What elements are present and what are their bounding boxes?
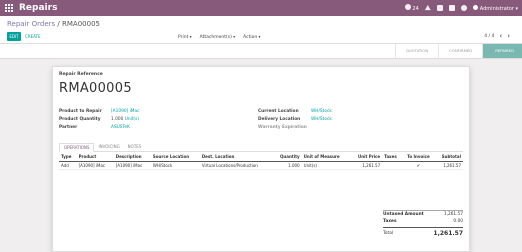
chevron-right-icon[interactable]: › (507, 32, 510, 41)
edit-button[interactable]: EDIT (7, 32, 21, 41)
breadcrumb-current: RMA00005 (62, 20, 100, 28)
chat-icon[interactable] (436, 5, 443, 11)
activity-indicator[interactable]: 24 (404, 4, 419, 12)
app-name[interactable]: Repairs (19, 1, 57, 15)
taxes-label: Taxes (383, 219, 397, 224)
col-uom: Unit of Measure (301, 153, 351, 162)
cell-dest-location: Virtual Locations/Production (199, 161, 273, 170)
table-row[interactable]: Add [A1090] iMac [A1090] iMac WH/Stock V… (59, 161, 463, 170)
total-label: Total (383, 231, 394, 236)
phone-icon[interactable] (448, 5, 455, 11)
cell-description: [A1090] iMac (113, 161, 151, 170)
cell-type: Add (59, 161, 77, 170)
untaxed-value: 1,261.57 (443, 212, 463, 217)
cell-subtotal: 1,261.57 (434, 161, 463, 170)
attachments-menu[interactable]: Attachment(s) (200, 32, 236, 41)
user-name: Administrator (479, 5, 514, 12)
delivery-location-label: Delivery Location (258, 117, 301, 122)
total-value: 1,261.57 (433, 230, 463, 237)
col-dest-location: Dest. Location (199, 153, 273, 162)
col-quantity: Quantity (272, 153, 302, 162)
reference-label: Repair Reference (59, 72, 103, 77)
top-navbar: Repairs 24 Administrator ▾ (0, 0, 522, 16)
control-panel: Repair Orders / RMA00005 EDIT CREATE Pri… (0, 16, 522, 44)
breadcrumb-separator: / (57, 20, 60, 28)
stage-list: QUOTATION CONFIRMED REPAIRED (394, 44, 522, 58)
taxes-row: Taxes 0.00 (383, 218, 463, 226)
tab-invoicing[interactable]: INVOICING (94, 143, 123, 151)
activity-count: 24 (412, 6, 419, 12)
cell-uom: Unit(s) (301, 161, 351, 170)
status-bar: QUOTATION CONFIRMED REPAIRED (0, 44, 522, 59)
stage-quotation[interactable]: QUOTATION (394, 44, 438, 58)
partner-link[interactable]: ASUSTeK (111, 125, 130, 130)
col-type: Type (59, 153, 77, 162)
create-button[interactable]: CREATE (25, 32, 41, 41)
col-subtotal: Subtotal (434, 153, 463, 162)
col-to-invoice: To Invoice (402, 153, 435, 162)
chevron-left-icon[interactable]: ‹ (499, 32, 502, 41)
totals-block: Untaxed Amount 1,261.57 Taxes 0.00 Total… (383, 210, 463, 238)
operations-table: Type Product Description Source Location… (59, 153, 463, 170)
user-menu[interactable]: Administrator ▾ (472, 4, 518, 12)
stage-repaired[interactable]: REPAIRED (482, 44, 522, 58)
clock-icon (404, 4, 411, 10)
pager: 4 / 4 ‹ › (484, 32, 510, 41)
product-label: Product to Repair (59, 109, 102, 114)
form-sheet: Repair Reference RMA00005 Product to Rep… (52, 66, 470, 252)
quantity-uom-link[interactable]: Unit(s) (125, 117, 139, 122)
warranty-label: Warranty Expiration (258, 125, 307, 130)
quantity-value: 1.000 Unit(s) (111, 117, 139, 122)
current-location-link[interactable]: WH/Stock (311, 109, 332, 114)
action-menus: Print Attachment(s) Action (178, 32, 261, 41)
cell-unit-price: 1,261.57 (350, 161, 383, 170)
untaxed-label: Untaxed Amount (383, 212, 424, 217)
total-row: Total 1,261.57 (383, 227, 463, 238)
debug-icon[interactable] (460, 5, 467, 11)
table-header-row: Type Product Description Source Location… (59, 153, 463, 162)
cell-source-location: WH/Stock (150, 161, 200, 170)
taxes-value: 0.00 (453, 219, 463, 224)
col-description: Description (113, 153, 151, 162)
col-source-location: Source Location (150, 153, 200, 162)
col-unit-price: Unit Price (350, 153, 383, 162)
delivery-location-link[interactable]: WH/Stock (311, 117, 332, 122)
breadcrumb: Repair Orders / RMA00005 (7, 19, 100, 29)
col-product: Product (76, 153, 114, 162)
cell-product: [A1090] iMac (76, 161, 114, 170)
checkmark-icon: ✔ (402, 161, 435, 170)
col-taxes: Taxes (382, 153, 403, 162)
stage-confirmed[interactable]: CONFIRMED (438, 44, 482, 58)
cell-quantity: 1.000 (272, 161, 302, 170)
reference-value: RMA00005 (59, 81, 132, 96)
partner-label: Partner (59, 125, 78, 130)
systray: 24 Administrator ▾ (404, 0, 518, 16)
notebook-tabs: OPERATIONS INVOICING NOTES (59, 143, 463, 152)
current-location-label: Current Location (258, 109, 299, 114)
untaxed-row: Untaxed Amount 1,261.57 (383, 210, 463, 218)
print-menu[interactable]: Print (178, 32, 192, 41)
quantity-label: Product Quantity (59, 117, 101, 122)
product-link[interactable]: [A1090] iMac (111, 109, 140, 114)
apps-menu-icon[interactable] (5, 4, 13, 12)
quantity-number: 1.000 (111, 117, 124, 122)
avatar (472, 4, 478, 10)
breadcrumb-parent[interactable]: Repair Orders (7, 20, 55, 28)
tab-operations[interactable]: OPERATIONS (59, 143, 95, 152)
pager-value[interactable]: 4 / 4 (484, 32, 494, 41)
cell-taxes (382, 161, 403, 170)
tab-notes[interactable]: NOTES (124, 143, 146, 151)
action-menu[interactable]: Action (243, 32, 260, 41)
bell-icon[interactable] (424, 5, 431, 11)
